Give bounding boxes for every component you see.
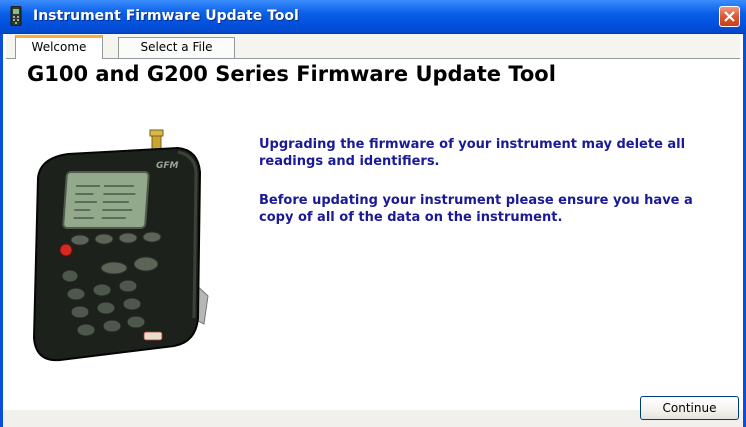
gas-analyzer-device-image: GFM: [32, 129, 209, 362]
continue-button[interactable]: Continue: [640, 396, 739, 420]
warning-backup-data: Before updating your instrument please e…: [259, 193, 693, 225]
page-title: G100 and G200 Series Firmware Update Too…: [27, 62, 556, 86]
close-icon: [724, 11, 735, 22]
close-button[interactable]: [719, 6, 740, 27]
window-title: Instrument Firmware Update Tool: [33, 8, 299, 24]
tab-strip: Welcome Select a File: [6, 34, 740, 59]
tab-select-a-file[interactable]: Select a File: [118, 37, 235, 58]
device-brand-label: GFM: [156, 161, 179, 171]
title-bar[interactable]: Instrument Firmware Update Tool: [0, 0, 746, 34]
handheld-device-icon: [10, 6, 22, 26]
footer-band: [3, 410, 743, 427]
tab-welcome[interactable]: Welcome: [15, 35, 103, 59]
warning-delete-readings: Upgrading the firmware of your instrumen…: [259, 137, 686, 169]
